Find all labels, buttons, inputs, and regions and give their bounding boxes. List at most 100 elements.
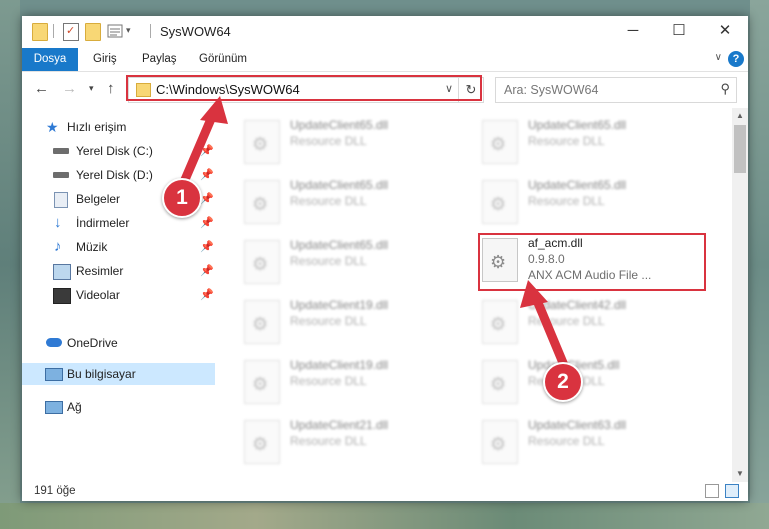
maximize-icon: ☐ xyxy=(672,22,686,39)
forward-arrow-icon[interactable]: → xyxy=(62,80,77,97)
sidebar-item-hizli-erisim[interactable]: ★ Hızlı erişim xyxy=(22,116,215,138)
music-icon: ♪ xyxy=(54,238,62,255)
sidebar-item-ag[interactable]: Ağ xyxy=(22,396,215,418)
tab-paylas[interactable]: Paylaş xyxy=(142,48,177,71)
minimize-icon: ─ xyxy=(627,22,639,39)
search-icon[interactable]: ⚲ xyxy=(720,81,730,97)
computer-icon xyxy=(45,368,63,381)
list-item[interactable]: UpdateClient21.dll Resource DLL xyxy=(244,418,474,470)
back-arrow-icon[interactable]: ← xyxy=(34,80,49,97)
step-badge-2: 2 xyxy=(543,362,583,402)
pin-icon[interactable]: 📌 xyxy=(200,284,214,306)
tab-gorunum[interactable]: Görünüm xyxy=(199,48,247,71)
navigation-bar: ← → ▾ ↑ C:\Windows\SysWOW64 ∨ ↻ Ara: Sys… xyxy=(22,72,748,106)
window-title: SysWOW64 xyxy=(160,24,231,39)
list-item[interactable]: UpdateClient65.dll Resource DLL xyxy=(244,118,474,174)
file-type: Resource DLL xyxy=(290,254,367,268)
cloud-icon xyxy=(46,338,62,347)
file-type: Resource DLL xyxy=(290,194,367,208)
close-button[interactable]: ✕ xyxy=(702,16,748,46)
pin-icon[interactable]: 📌 xyxy=(200,164,214,186)
list-item[interactable]: UpdateClient42.dll Resource DLL xyxy=(482,298,712,354)
search-input[interactable]: Ara: SysWOW64 ⚲ xyxy=(495,77,737,103)
list-item[interactable]: UpdateClient65.dll Resource DLL xyxy=(244,178,474,234)
sidebar-item-muzik[interactable]: ♪ Müzik 📌 xyxy=(22,236,215,258)
list-item[interactable]: UpdateClient19.dll Resource DLL xyxy=(244,358,474,414)
sidebar-item-bu-bilgisayar[interactable]: Bu bilgisayar xyxy=(22,363,215,385)
dll-file-icon xyxy=(244,180,280,224)
scroll-down-icon[interactable]: ▼ xyxy=(732,466,748,482)
folder-icon[interactable] xyxy=(32,23,48,41)
ribbon-tabs: Dosya Giriş Paylaş Görünüm ∨ ? xyxy=(22,46,748,72)
file-name: UpdateClient65.dll xyxy=(528,118,627,132)
file-type: Resource DLL xyxy=(528,434,605,448)
file-name: UpdateClient42.dll xyxy=(528,298,627,312)
dll-file-icon xyxy=(244,420,280,464)
file-name: UpdateClient65.dll xyxy=(290,178,389,192)
sidebar-item-label: Bu bilgisayar xyxy=(67,367,136,381)
dll-file-icon xyxy=(482,360,518,404)
list-item[interactable]: UpdateClient63.dll Resource DLL xyxy=(482,418,712,470)
list-item[interactable]: UpdateClient65.dll Resource DLL xyxy=(482,118,712,174)
network-icon xyxy=(45,401,63,414)
step-badge-1: 1 xyxy=(162,178,202,218)
title-divider xyxy=(150,24,151,38)
sidebar-item-videolar[interactable]: Videolar 📌 xyxy=(22,284,215,306)
properties-icon[interactable] xyxy=(63,23,79,41)
status-bar: 191 öğe xyxy=(22,482,748,501)
recent-locations-chevron-icon[interactable]: ▾ xyxy=(89,83,94,94)
file-name: UpdateClient63.dll xyxy=(528,418,627,432)
maximize-button[interactable]: ☐ xyxy=(656,16,702,46)
pin-icon[interactable]: 📌 xyxy=(200,236,214,258)
vertical-scrollbar[interactable]: ▲ ▼ xyxy=(732,108,748,482)
pin-icon[interactable]: 📌 xyxy=(200,188,214,210)
file-name: UpdateClient19.dll xyxy=(290,298,389,312)
title-bar: ▾ SysWOW64 ─ ☐ ✕ xyxy=(22,16,748,46)
tab-giris[interactable]: Giriş xyxy=(93,48,117,71)
tab-dosya[interactable]: Dosya xyxy=(22,48,78,71)
drive-icon xyxy=(53,148,69,154)
dll-file-icon xyxy=(482,180,518,224)
dll-file-icon xyxy=(482,420,518,464)
details-view-icon[interactable] xyxy=(705,484,719,498)
large-icons-view-icon[interactable] xyxy=(725,484,739,498)
file-name: UpdateClient65.dll xyxy=(290,238,389,252)
scrollbar-thumb[interactable] xyxy=(734,125,746,173)
expand-ribbon-chevron-icon[interactable]: ∨ xyxy=(715,52,722,63)
sidebar-item-label: Yerel Disk (C:) xyxy=(76,144,153,158)
file-type: Resource DLL xyxy=(528,134,605,148)
dll-file-icon xyxy=(244,300,280,344)
pictures-icon xyxy=(53,264,71,280)
downloads-icon: ↓ xyxy=(54,214,62,231)
scroll-up-icon[interactable]: ▲ xyxy=(732,108,748,124)
drive-icon xyxy=(53,172,69,178)
sidebar-item-label: Videolar xyxy=(76,288,120,302)
file-type: Resource DLL xyxy=(290,134,367,148)
address-highlight-box xyxy=(126,75,482,101)
pin-icon[interactable]: 📌 xyxy=(200,260,214,282)
up-arrow-icon[interactable]: ↑ xyxy=(107,80,115,97)
list-item[interactable]: UpdateClient65.dll Resource DLL xyxy=(244,238,474,294)
customize-toolbar-chevron-icon[interactable]: ▾ xyxy=(126,25,140,41)
file-type: Resource DLL xyxy=(528,194,605,208)
list-item[interactable]: UpdateClient65.dll Resource DLL xyxy=(482,178,712,234)
minimize-button[interactable]: ─ xyxy=(610,16,656,46)
item-count: 191 öğe xyxy=(34,485,76,497)
pin-icon[interactable]: 📌 xyxy=(200,212,214,234)
desktop-background-bottom xyxy=(0,503,769,529)
sidebar-item-yerel-disk-c[interactable]: Yerel Disk (C:) 📌 xyxy=(22,140,215,162)
view-options-icon[interactable] xyxy=(107,23,123,39)
help-button[interactable]: ? xyxy=(728,51,744,67)
dll-file-icon xyxy=(244,120,280,164)
close-icon: ✕ xyxy=(718,22,732,39)
file-name: UpdateClient65.dll xyxy=(528,178,627,192)
sidebar-item-onedrive[interactable]: OneDrive xyxy=(22,332,215,354)
file-type: Resource DLL xyxy=(528,314,605,328)
list-item[interactable]: UpdateClient19.dll Resource DLL xyxy=(244,298,474,354)
list-item[interactable]: UpdateClient5.dll Resource DLL xyxy=(482,358,712,414)
file-type: Resource DLL xyxy=(290,374,367,388)
sidebar-item-label: Resimler xyxy=(76,264,124,278)
new-folder-icon[interactable] xyxy=(85,23,101,41)
pin-icon[interactable]: 📌 xyxy=(200,140,214,162)
sidebar-item-resimler[interactable]: Resimler 📌 xyxy=(22,260,215,282)
